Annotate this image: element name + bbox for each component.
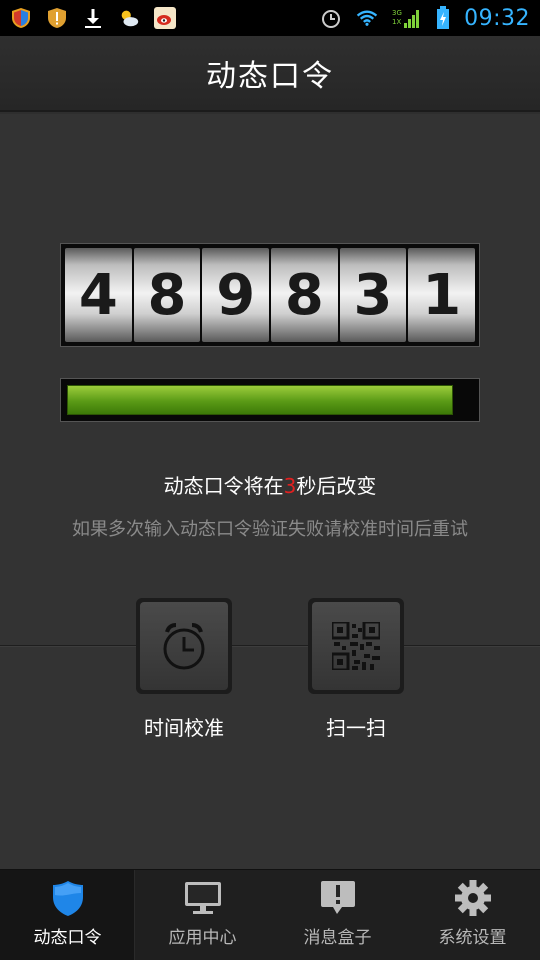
token-digit: 8 xyxy=(271,248,338,342)
time-sync-label[interactable]: 时间校准 xyxy=(104,712,264,741)
tab-label: 应用中心 xyxy=(168,928,237,948)
token-display: 4 8 9 8 3 1 xyxy=(60,243,480,347)
token-digit: 1 xyxy=(408,248,476,342)
download-icon xyxy=(82,7,104,29)
token-progress-bar xyxy=(60,378,480,422)
token-digit: 8 xyxy=(133,248,201,342)
clock-time: 09:32 xyxy=(464,5,530,31)
tab-label: 系统设置 xyxy=(438,928,507,948)
qr-code-icon xyxy=(332,622,380,670)
system-icons: 3G 1X 09:32 xyxy=(320,6,530,31)
countdown-suffix: 秒后改变 xyxy=(296,474,377,498)
countdown-seconds: 3 xyxy=(283,474,297,498)
hint-text: 如果多次输入动态口令验证失败请校准时间后重试 xyxy=(72,519,468,540)
network-label-top: 3G xyxy=(392,9,402,17)
countdown-prefix: 动态口令将在 xyxy=(163,474,284,498)
token-progress-fill xyxy=(67,385,453,415)
time-sync-button[interactable] xyxy=(136,598,232,694)
tab-app-center[interactable]: 应用中心 xyxy=(135,870,270,960)
tab-dynamic-token[interactable]: 动态口令 xyxy=(0,870,135,960)
weather-icon xyxy=(118,7,140,29)
token-digit: 4 xyxy=(65,248,132,342)
battery-icon xyxy=(436,6,450,29)
message-icon xyxy=(320,879,356,917)
token-digit: 3 xyxy=(339,248,407,342)
status-bar: 3G 1X 09:32 xyxy=(0,0,540,36)
monitor-icon xyxy=(184,879,222,917)
page-title: 动态口令 xyxy=(206,59,334,94)
wifi-icon xyxy=(356,7,378,29)
token-panel: 4 8 9 8 3 1 动态口令将在3秒后改变 如果多次输入动态口令验证失败请校… xyxy=(0,114,540,869)
time-sync-button-face[interactable] xyxy=(140,602,228,690)
divider xyxy=(0,645,540,646)
notification-icons xyxy=(10,7,176,29)
tab-system-settings[interactable]: 系统设置 xyxy=(405,870,540,960)
tab-label: 消息盒子 xyxy=(303,928,372,948)
shield-icon xyxy=(51,879,85,917)
bottom-tab-bar: 动态口令 应用中心 消息盒子 系统设置 xyxy=(0,869,540,960)
token-digit: 9 xyxy=(202,248,270,342)
clock-icon xyxy=(163,623,205,670)
weibo-icon xyxy=(154,7,176,29)
countdown-text: 动态口令将在3秒后改变 xyxy=(0,470,540,499)
signal-icon: 3G 1X xyxy=(392,7,422,29)
scan-button[interactable] xyxy=(308,598,404,694)
scan-label[interactable]: 扫一扫 xyxy=(276,712,436,741)
scan-button-face[interactable] xyxy=(312,602,400,690)
alarm-icon xyxy=(320,7,342,29)
gear-icon xyxy=(454,879,492,917)
network-label-bottom: 1X xyxy=(392,18,401,26)
tab-message-box[interactable]: 消息盒子 xyxy=(270,870,405,960)
shield-alert-icon xyxy=(46,7,68,29)
tab-label: 动态口令 xyxy=(33,928,102,948)
title-bar: 动态口令 xyxy=(0,36,540,112)
shield-icon xyxy=(10,7,32,29)
